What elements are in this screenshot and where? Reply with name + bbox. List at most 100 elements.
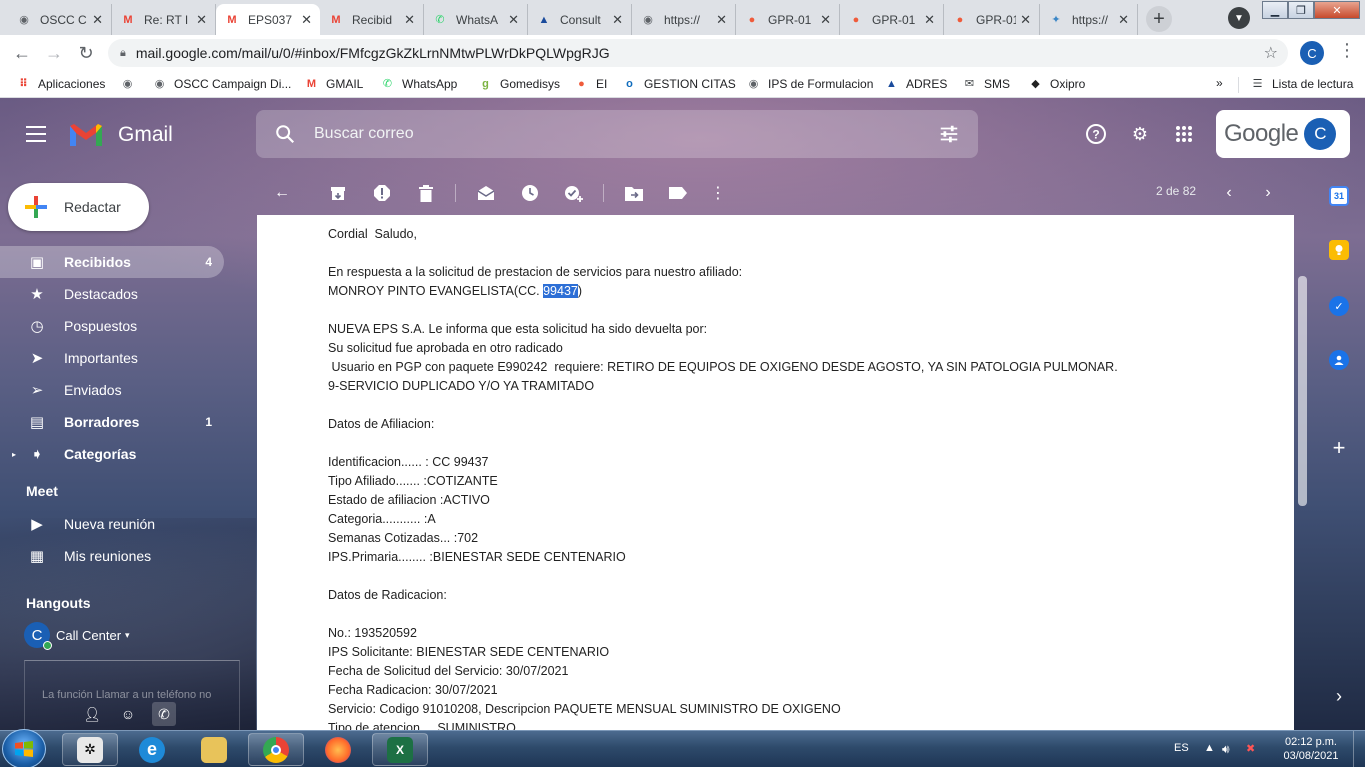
keep-icon[interactable] <box>1329 240 1349 260</box>
add-addon-icon[interactable]: + <box>1329 435 1349 460</box>
google-account-button[interactable]: Google C <box>1216 110 1350 158</box>
search-options-icon[interactable] <box>938 123 960 145</box>
sidebar-item[interactable]: ◷ Pospuestos <box>0 310 224 342</box>
taskbar-internet-explorer[interactable]: e <box>124 733 180 766</box>
close-tab-icon[interactable]: ✕ <box>196 12 207 28</box>
browser-tab[interactable]: ● GPR-01 ✕ <box>736 4 840 35</box>
browser-tab[interactable]: ✆ WhatsA ✕ <box>424 4 528 35</box>
bookmark-item[interactable]: ◆ Oxipro <box>1028 76 1085 91</box>
tab-search-icon[interactable]: ▼ <box>1228 7 1250 29</box>
search-input[interactable]: Buscar correo <box>314 125 414 143</box>
meet-item[interactable]: ▶ Nueva reunión <box>0 508 224 540</box>
snooze-clock-icon[interactable] <box>519 182 541 204</box>
address-bar[interactable]: 🔒︎ mail.google.com/mail/u/0/#inbox/FMfcg… <box>108 39 1288 67</box>
mark-unread-icon[interactable] <box>475 182 497 204</box>
taskbar-chrome[interactable] <box>248 733 304 766</box>
browser-tab[interactable]: ▲ Consult ✕ <box>528 4 632 35</box>
settings-gear-icon[interactable]: ⚙ <box>1128 122 1152 146</box>
label-tag-icon[interactable] <box>667 182 689 204</box>
start-button[interactable] <box>2 729 46 767</box>
bookmark-item[interactable]: ◉ IPS de Formulacion <box>746 76 874 91</box>
sidebar-item[interactable]: ★ Destacados <box>0 278 224 310</box>
close-window-button[interactable]: ✕ <box>1314 1 1360 19</box>
forward-arrow-icon[interactable]: → <box>42 41 66 65</box>
help-icon[interactable]: ? <box>1084 122 1108 146</box>
show-desktop-button[interactable] <box>1353 731 1365 767</box>
compose-button[interactable]: Redactar <box>8 183 149 231</box>
bookmark-item[interactable]: ◉ OSCC Campaign Di... <box>152 76 292 91</box>
vertical-scrollbar[interactable] <box>1298 276 1307 506</box>
language-indicator[interactable]: ES <box>1174 742 1189 754</box>
bookmark-item[interactable]: ⠿ Aplicaciones <box>16 76 105 91</box>
close-tab-icon[interactable]: ✕ <box>508 12 519 28</box>
older-chevron-icon[interactable]: › <box>1257 182 1279 204</box>
browser-tab[interactable]: M Re: RT I ✕ <box>112 4 216 35</box>
add-task-icon[interactable] <box>563 182 585 204</box>
more-options-icon[interactable]: ⋮ <box>707 182 729 204</box>
browser-tab[interactable]: ● GPR-01 ✕ <box>840 4 944 35</box>
clock[interactable]: 02:12 p.m. 03/08/2021 <box>1278 735 1344 763</box>
bookmark-item[interactable]: M GMAIL <box>304 76 363 91</box>
archive-icon[interactable] <box>327 182 349 204</box>
account-avatar[interactable]: C <box>1304 118 1337 150</box>
bookmark-item[interactable]: ✆ WhatsApp <box>380 76 457 91</box>
sidebar-item[interactable]: ➢ Enviados <box>0 374 224 406</box>
phone-icon[interactable]: ✆ <box>152 702 176 726</box>
network-warning-icon[interactable]: ✖ <box>1246 742 1255 755</box>
sidebar-item[interactable]: ➧ Categorías ▸ <box>0 438 224 470</box>
close-tab-icon[interactable]: ✕ <box>924 12 935 28</box>
chevron-down-icon[interactable]: ▾ <box>125 630 130 641</box>
move-to-folder-icon[interactable] <box>623 182 645 204</box>
contacts-person-icon[interactable]: 👤︎ <box>80 702 104 726</box>
show-hidden-icons-arrow-icon[interactable]: ▲ <box>1204 742 1215 754</box>
close-tab-icon[interactable]: ✕ <box>820 12 831 28</box>
sidebar-item[interactable]: ▤ Borradores 1 <box>0 406 224 438</box>
bookmark-item[interactable]: ● EI <box>574 76 607 91</box>
close-tab-icon[interactable]: ✕ <box>1020 12 1031 28</box>
taskbar-excel[interactable]: X <box>372 733 428 766</box>
close-tab-icon[interactable]: ✕ <box>716 12 727 28</box>
new-tab-button[interactable]: + <box>1146 6 1172 32</box>
bookmark-item[interactable]: ◉ <box>120 76 142 91</box>
meet-item[interactable]: ▦ Mis reuniones <box>0 540 224 572</box>
report-spam-icon[interactable] <box>371 182 393 204</box>
expand-arrow-icon[interactable]: ▸ <box>12 450 16 459</box>
reload-icon[interactable]: ↻ <box>74 41 98 65</box>
bookmark-item[interactable]: g Gomedisys <box>478 76 560 91</box>
browser-tab[interactable]: ◉ OSCC C ✕ <box>8 4 112 35</box>
back-to-inbox-icon[interactable]: ← <box>271 182 293 204</box>
search-icon[interactable] <box>274 123 296 145</box>
close-tab-icon[interactable]: ✕ <box>301 12 312 28</box>
browser-tab[interactable]: M EPS037 ✕ <box>216 4 320 35</box>
close-tab-icon[interactable]: ✕ <box>612 12 623 28</box>
sidebar-item[interactable]: ➤ Importantes <box>0 342 224 374</box>
calendar-icon[interactable]: 31 <box>1329 186 1349 206</box>
browser-tab[interactable]: ◉ https:// ✕ <box>632 4 736 35</box>
browser-tab[interactable]: M Recibid ✕ <box>320 4 424 35</box>
sidebar-item[interactable]: ▣ Recibidos 4 <box>0 246 224 278</box>
apps-grid-icon[interactable] <box>1172 122 1196 146</box>
selected-id-text[interactable]: 99437 <box>543 284 578 298</box>
volume-icon[interactable]: 🔊︎ <box>1222 742 1230 757</box>
taskbar-firefox[interactable] <box>310 733 366 766</box>
tasks-icon[interactable]: ✓ <box>1329 296 1349 316</box>
browser-tab[interactable]: ● GPR-01 ✕ <box>944 4 1040 35</box>
main-menu-icon[interactable] <box>26 126 46 142</box>
bookmark-item[interactable]: ✉ SMS <box>962 76 1010 91</box>
reading-list-button[interactable]: ☰ Lista de lectura <box>1250 76 1354 91</box>
newer-chevron-icon[interactable]: ‹ <box>1218 182 1240 204</box>
search-bar[interactable]: Buscar correo <box>256 110 978 158</box>
browser-profile-avatar[interactable]: C <box>1300 41 1324 65</box>
browser-tab[interactable]: ✦ https:// ✕ <box>1040 4 1138 35</box>
close-tab-icon[interactable]: ✕ <box>92 12 103 28</box>
close-tab-icon[interactable]: ✕ <box>404 12 415 28</box>
bookmark-star-icon[interactable]: ☆ <box>1264 43 1278 63</box>
expand-panel-chevron-icon[interactable]: › <box>1329 686 1349 706</box>
bookmark-item[interactable]: ▲ ADRES <box>884 76 947 91</box>
chat-bubble-icon[interactable]: ☺ <box>116 702 140 726</box>
bookmarks-overflow-button[interactable]: » <box>1216 76 1223 90</box>
minimize-button[interactable]: ▁ <box>1262 1 1288 19</box>
delete-trash-icon[interactable] <box>415 182 437 204</box>
close-tab-icon[interactable]: ✕ <box>1118 12 1129 28</box>
taskbar-file-explorer[interactable] <box>186 733 242 766</box>
